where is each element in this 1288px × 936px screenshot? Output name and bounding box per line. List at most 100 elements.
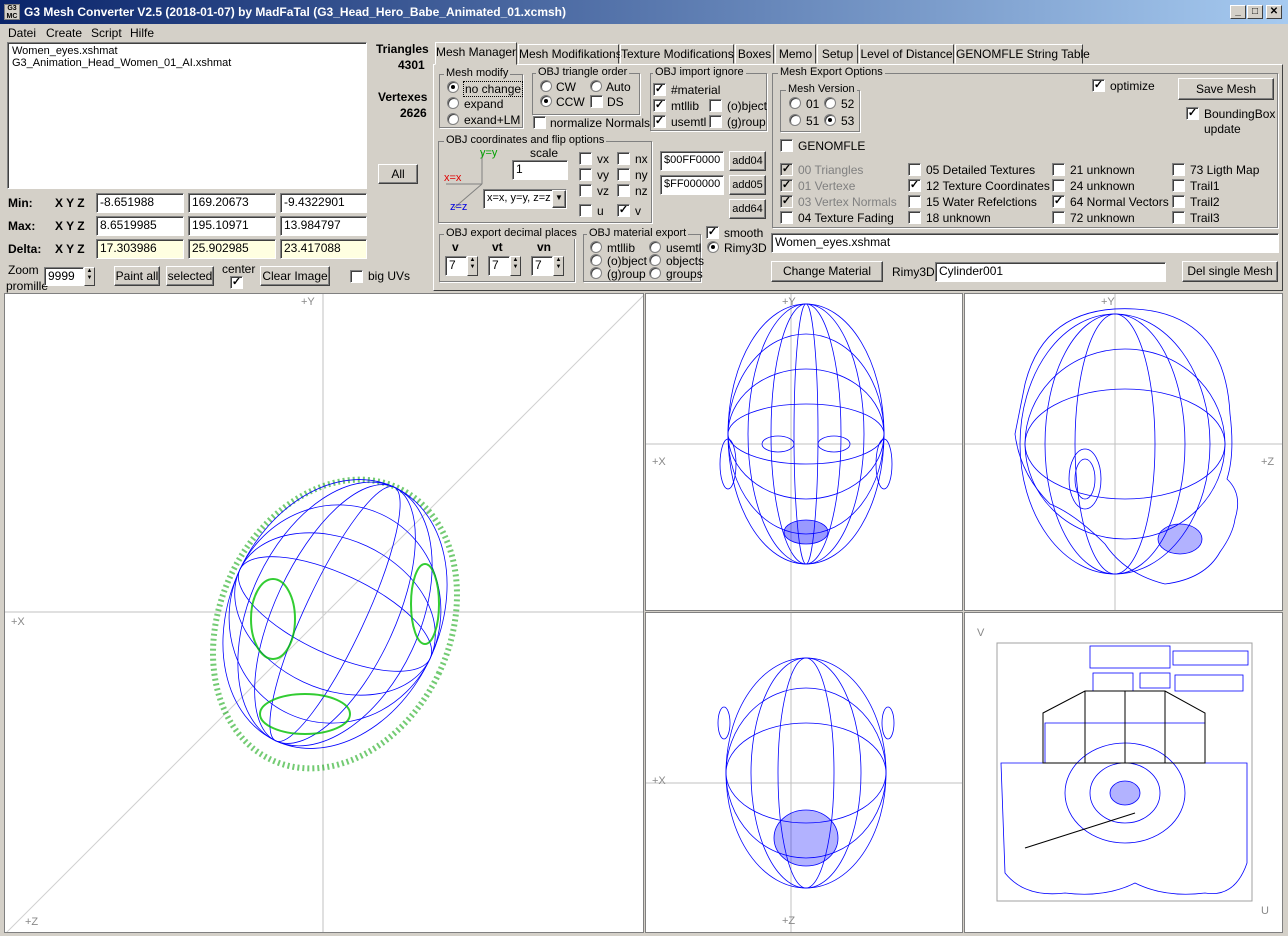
vy-checkbox[interactable] — [579, 168, 592, 181]
vn-decimals-spinner[interactable]: ▲ ▼ — [553, 256, 564, 276]
normalize-normals-checkbox[interactable] — [533, 116, 546, 129]
max-z-field[interactable]: 13.984797 — [280, 216, 367, 236]
chunk-64-checkbox[interactable]: ✓ — [1052, 195, 1065, 208]
tab-mesh-modifikations[interactable]: Mesh Modifikations — [518, 44, 622, 64]
v-decimals-input[interactable]: 7 — [445, 256, 467, 276]
chunk-05-checkbox[interactable] — [908, 163, 921, 176]
maximize-button[interactable]: □ — [1247, 5, 1263, 19]
selected-button[interactable]: selected — [166, 266, 214, 286]
viewport-side[interactable]: +Y +Z — [964, 293, 1283, 611]
vt-decimals-spinner[interactable]: ▲ ▼ — [510, 256, 521, 276]
optimize-checkbox[interactable]: ✓ — [1092, 79, 1105, 92]
smooth-checkbox[interactable]: ✓ — [706, 226, 719, 239]
object-checkbox[interactable] — [709, 99, 722, 112]
u-checkbox[interactable] — [579, 204, 592, 217]
mesh-file-list[interactable]: Women_eyes.xshmat G3_Animation_Head_Wome… — [7, 42, 367, 189]
nx-checkbox[interactable] — [617, 152, 630, 165]
del-single-mesh-button[interactable]: Del single Mesh — [1182, 261, 1278, 282]
trail1-checkbox[interactable] — [1172, 179, 1185, 192]
radio-auto[interactable] — [590, 80, 602, 92]
zoom-spinner[interactable]: ▲ ▼ — [84, 267, 95, 286]
min-z-field[interactable]: -9.4322901 — [280, 193, 367, 213]
chunk-04-checkbox[interactable] — [780, 211, 793, 224]
radio-mtllib[interactable] — [590, 241, 602, 253]
vz-checkbox[interactable] — [579, 184, 592, 197]
chunk-15-checkbox[interactable] — [908, 195, 921, 208]
v-decimals-spinner[interactable]: ▲ ▼ — [467, 256, 478, 276]
tab-texture-modifications[interactable]: Texture Modifications — [620, 44, 734, 64]
radio-rimy3d[interactable] — [707, 241, 719, 253]
radio-version-53[interactable] — [824, 114, 836, 126]
color1-field[interactable]: $00FF0000 — [660, 151, 724, 171]
radio-exand-lm[interactable] — [447, 113, 459, 125]
nz-checkbox[interactable] — [617, 184, 630, 197]
trail3-checkbox[interactable] — [1172, 211, 1185, 224]
clear-image-button[interactable]: Clear Image — [260, 266, 330, 286]
genomfle-checkbox[interactable] — [780, 139, 793, 152]
save-mesh-button[interactable]: Save Mesh — [1178, 78, 1274, 100]
viewport-uv[interactable]: V U — [964, 612, 1283, 933]
min-x-field[interactable]: -8.651988 — [96, 193, 184, 213]
radio-version-51[interactable] — [789, 114, 801, 126]
v-checkbox[interactable]: ✓ — [617, 204, 630, 217]
add64-button[interactable]: add64 — [729, 199, 766, 219]
change-material-button[interactable]: Change Material — [771, 261, 883, 282]
radio-group[interactable] — [590, 267, 602, 279]
menu-create[interactable]: Create — [46, 26, 82, 40]
mtllib-checkbox[interactable]: ✓ — [653, 99, 666, 112]
menu-datei[interactable]: Datei — [8, 26, 36, 40]
chunk-12-checkbox[interactable]: ✓ — [908, 179, 921, 192]
radio-objects[interactable] — [649, 254, 661, 266]
max-x-field[interactable]: 8.6519985 — [96, 216, 184, 236]
radio-usemtl[interactable] — [649, 241, 661, 253]
paint-all-button[interactable]: Paint all — [114, 266, 160, 286]
center-checkbox[interactable]: ✓ — [230, 276, 243, 289]
big-uvs-checkbox[interactable] — [350, 270, 363, 283]
dropdown-arrow-icon[interactable]: ▼ — [552, 190, 566, 208]
chunk-21-checkbox[interactable] — [1052, 163, 1065, 176]
trail2-checkbox[interactable] — [1172, 195, 1185, 208]
close-button[interactable]: ✕ — [1266, 5, 1282, 19]
group-checkbox[interactable] — [709, 115, 722, 128]
chunk-24-checkbox[interactable] — [1052, 179, 1065, 192]
menu-hilfe[interactable]: Hilfe — [130, 26, 154, 40]
min-y-field[interactable]: 169.20673 — [188, 193, 276, 213]
vn-decimals-input[interactable]: 7 — [531, 256, 553, 276]
radio-no-change[interactable] — [447, 81, 459, 93]
list-item[interactable]: G3_Animation_Head_Women_01_AI.xshmat — [12, 57, 362, 69]
radio-version-52[interactable] — [824, 97, 836, 109]
chunk-73-checkbox[interactable] — [1172, 163, 1185, 176]
chunk-72-checkbox[interactable] — [1052, 211, 1065, 224]
bbox-checkbox[interactable]: ✓ — [1186, 107, 1199, 120]
tab-level-of-distance[interactable]: Level of Distance — [859, 44, 954, 64]
vt-decimals-input[interactable]: 7 — [488, 256, 510, 276]
ds-checkbox[interactable] — [590, 95, 603, 108]
rimy3d-object-field[interactable]: Cylinder001 — [935, 262, 1166, 282]
radio-cw[interactable] — [540, 80, 552, 92]
material-checkbox[interactable]: ✓ — [653, 83, 666, 96]
tab-boxes[interactable]: Boxes — [735, 44, 774, 64]
scale-input[interactable]: 1 — [512, 160, 568, 180]
max-y-field[interactable]: 195.10971 — [188, 216, 276, 236]
radio-version-01[interactable] — [789, 97, 801, 109]
radio-ccw[interactable] — [540, 95, 552, 107]
usemtl-checkbox[interactable]: ✓ — [653, 115, 666, 128]
viewport-top[interactable]: +X +Z — [645, 612, 963, 933]
tab-setup[interactable]: Setup — [817, 44, 858, 64]
zoom-input[interactable]: 9999 — [44, 267, 84, 286]
tab-genomfle-string-table[interactable]: GENOMFLE String Table — [955, 44, 1090, 64]
radio-groups[interactable] — [649, 267, 661, 279]
add04-button[interactable]: add04 — [729, 151, 766, 171]
tab-mesh-manager[interactable]: Mesh Manager — [435, 42, 517, 65]
viewport-perspective[interactable]: +Y +X +Z — [4, 293, 644, 933]
tab-memo[interactable]: Memo — [775, 44, 816, 64]
menu-script[interactable]: Script — [91, 26, 122, 40]
all-button[interactable]: All — [378, 164, 418, 184]
minimize-button[interactable]: _ — [1230, 5, 1246, 19]
vx-checkbox[interactable] — [579, 152, 592, 165]
add05-button[interactable]: add05 — [729, 175, 766, 195]
material-name-field[interactable]: Women_eyes.xshmat — [771, 233, 1279, 253]
list-item[interactable]: Women_eyes.xshmat — [12, 45, 362, 57]
radio-expand[interactable] — [447, 97, 459, 109]
chunk-18-checkbox[interactable] — [908, 211, 921, 224]
